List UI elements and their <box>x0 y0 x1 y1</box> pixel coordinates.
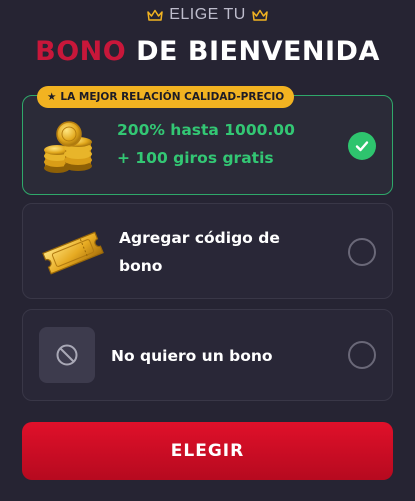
no-bonus-label: No quiero un bono <box>111 347 273 365</box>
badge-label: LA MEJOR RELACIÓN CALIDAD-PRECIO <box>60 91 285 103</box>
bonus-description: 200% hasta 1000.00 + 100 giros gratis <box>117 116 295 172</box>
promo-line-2: bono <box>119 257 163 275</box>
gold-coins-icon <box>44 121 92 173</box>
radio-selected[interactable] <box>348 132 376 160</box>
radio-unselected[interactable] <box>348 238 376 266</box>
no-bonus-icon-box <box>39 327 95 383</box>
best-value-badge: ★ LA MEJOR RELACIÓN CALIDAD-PRECIO <box>37 86 295 108</box>
page-title: BONO DE BIENVENIDA <box>0 36 415 67</box>
ticket-icon <box>42 231 104 275</box>
promo-line-1: Agregar código de <box>119 229 280 247</box>
no-bonus-text: No quiero un bono <box>111 342 273 370</box>
crown-icon <box>252 9 268 21</box>
star-icon: ★ <box>47 91 57 103</box>
bonus-option-welcome[interactable]: ★ LA MEJOR RELACIÓN CALIDAD-PRECIO 200% … <box>22 86 393 195</box>
bonus-line-2: + 100 giros gratis <box>117 149 274 167</box>
prohibited-icon <box>56 344 78 366</box>
pretitle: ELIGE TU <box>0 6 415 24</box>
radio-unselected[interactable] <box>348 341 376 369</box>
title-accent: BONO <box>35 36 127 67</box>
crown-icon <box>147 9 163 21</box>
title-rest: DE BIENVENIDA <box>136 36 380 67</box>
bonus-line-1: 200% hasta 1000.00 <box>117 121 295 139</box>
pretitle-text: ELIGE TU <box>169 6 246 23</box>
promo-code-text: Agregar código de bono <box>119 224 280 280</box>
check-icon <box>355 141 369 152</box>
bonus-option-promo-code[interactable]: Agregar código de bono <box>22 203 393 299</box>
bonus-option-none[interactable]: No quiero un bono <box>22 309 393 401</box>
choose-button[interactable]: ELEGIR <box>22 422 393 480</box>
